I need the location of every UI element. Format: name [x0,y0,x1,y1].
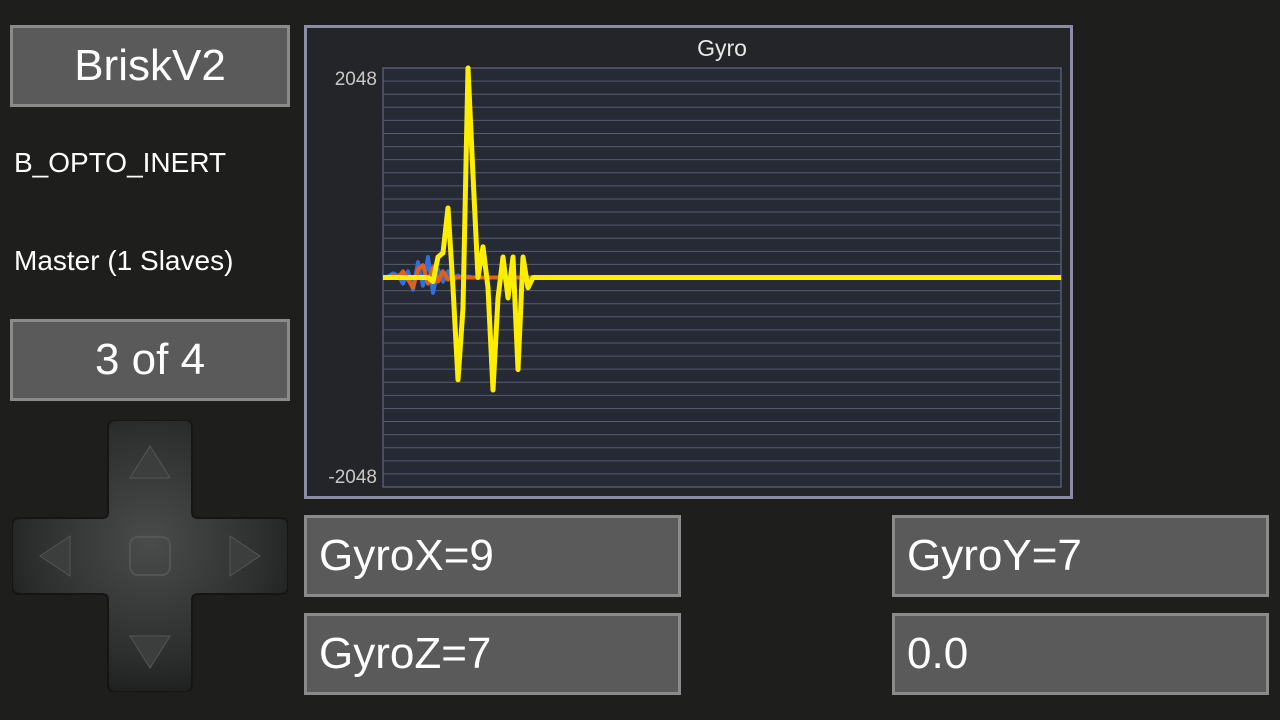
dpad[interactable] [11,419,289,693]
y-tick-label-max: 2048 [335,69,377,90]
gyro-y-readout: GyroY=7 [892,515,1269,597]
gyro-z-value: GyroZ=7 [319,629,492,678]
extra-value: 0.0 [907,629,969,678]
page-indicator-button[interactable]: 3 of 4 [10,319,290,401]
gyro-x-readout: GyroX=9 [304,515,681,597]
app-title[interactable]: BriskV2 [10,25,290,107]
app-title-label: BriskV2 [74,41,226,90]
device-id-label: B_OPTO_INERT [14,147,227,178]
y-tick-label-min: -2048 [328,467,377,488]
role-label: Master (1 Slaves) [14,245,234,276]
gyro-x-value: GyroX=9 [319,531,494,580]
page-indicator-label: 3 of 4 [94,335,206,384]
gyro-y-value: GyroY=7 [907,531,1082,580]
gyro-z-readout: GyroZ=7 [304,613,681,695]
gyro-chart-panel: Gyro 2048 -2048 [304,25,1073,499]
chart-title: Gyro [697,35,747,61]
gyro-chart: Gyro 2048 -2048 [328,35,1062,488]
extra-readout: 0.0 [892,613,1269,695]
